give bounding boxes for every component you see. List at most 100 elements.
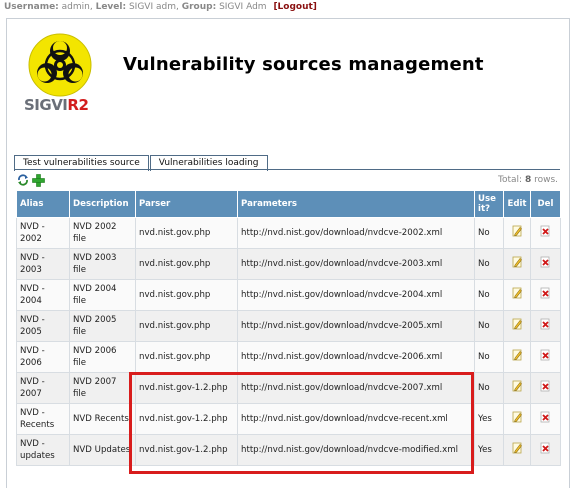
table-row[interactable]: NVD - 2002 NVD 2002 file nvd.nist.gov.ph… bbox=[16, 217, 561, 249]
column-header-parameters[interactable]: Parameters bbox=[237, 190, 475, 218]
delete-icon[interactable] bbox=[540, 225, 551, 237]
cell-description: NVD 2003 file bbox=[69, 248, 136, 280]
table-row[interactable]: NVD - 2005 NVD 2005 file nvd.nist.gov.ph… bbox=[16, 310, 561, 342]
table-row[interactable]: NVD - Recents NVD Recents nvd.nist.gov-1… bbox=[16, 403, 561, 435]
cell-use-it: No bbox=[474, 372, 504, 404]
cell-parser: nvd.nist.gov.php bbox=[135, 279, 238, 311]
column-header-parser[interactable]: Parser bbox=[135, 190, 238, 218]
cell-del bbox=[530, 310, 561, 342]
cell-use-it: No bbox=[474, 248, 504, 280]
edit-pencil-icon[interactable] bbox=[512, 380, 523, 392]
delete-icon[interactable] bbox=[540, 318, 551, 330]
username-value: admin, bbox=[61, 2, 93, 12]
cell-edit bbox=[503, 372, 531, 404]
cell-parser: nvd.nist.gov.php bbox=[135, 341, 238, 373]
cell-alias: NVD - Recents bbox=[16, 403, 70, 435]
cell-alias: NVD - updates bbox=[16, 434, 70, 466]
cell-description: NVD Updates bbox=[69, 434, 136, 466]
cell-del bbox=[530, 341, 561, 373]
refresh-icon[interactable] bbox=[17, 174, 29, 186]
total-count: 8 bbox=[524, 175, 532, 185]
column-header-del: Del bbox=[530, 190, 561, 218]
logout-link[interactable]: [Logout] bbox=[273, 2, 316, 12]
table-toolbar bbox=[17, 174, 45, 187]
edit-pencil-icon[interactable] bbox=[512, 411, 523, 423]
cell-alias: NVD - 2005 bbox=[16, 310, 70, 342]
cell-edit bbox=[503, 341, 531, 373]
group-label: Group: bbox=[181, 2, 217, 12]
column-header-use-it[interactable]: Use it? bbox=[474, 190, 504, 218]
cell-use-it: No bbox=[474, 341, 504, 373]
edit-pencil-icon[interactable] bbox=[512, 225, 523, 237]
table-row[interactable]: NVD - 2004 NVD 2004 file nvd.nist.gov.ph… bbox=[16, 279, 561, 311]
cell-alias: NVD - 2003 bbox=[16, 248, 70, 280]
cell-del bbox=[530, 248, 561, 280]
cell-alias: NVD - 2006 bbox=[16, 341, 70, 373]
delete-icon[interactable] bbox=[540, 380, 551, 392]
page-title: Vulnerability sources management bbox=[123, 54, 484, 75]
cell-edit bbox=[503, 403, 531, 435]
cell-description: NVD Recents bbox=[69, 403, 136, 435]
cell-description: NVD 2007 file bbox=[69, 372, 136, 404]
cell-alias: NVD - 2002 bbox=[16, 217, 70, 249]
cell-del bbox=[530, 434, 561, 466]
edit-pencil-icon[interactable] bbox=[512, 256, 523, 268]
cell-description: NVD 2005 file bbox=[69, 310, 136, 342]
cell-parameters: http://nvd.nist.gov/download/nvdcve-2002… bbox=[237, 217, 475, 249]
cell-alias: NVD - 2007 bbox=[16, 372, 70, 404]
group-value: SIGVI Adm bbox=[219, 2, 267, 12]
cell-del bbox=[530, 217, 561, 249]
cell-parser: nvd.nist.gov-1.2.php bbox=[135, 372, 238, 404]
cell-use-it: No bbox=[474, 310, 504, 342]
delete-icon[interactable] bbox=[540, 411, 551, 423]
vulnerability-sources-table: Alias Description Parser Parameters Use … bbox=[16, 190, 561, 466]
column-header-alias[interactable]: Alias bbox=[16, 190, 70, 218]
cell-parser: nvd.nist.gov.php bbox=[135, 248, 238, 280]
cell-parser: nvd.nist.gov-1.2.php bbox=[135, 403, 238, 435]
table-row[interactable]: NVD - 2007 NVD 2007 file nvd.nist.gov-1.… bbox=[16, 372, 561, 404]
table-row[interactable]: NVD - updates NVD Updates nvd.nist.gov-1… bbox=[16, 434, 561, 466]
tab-underline bbox=[14, 169, 560, 170]
cell-edit bbox=[503, 217, 531, 249]
delete-icon[interactable] bbox=[540, 256, 551, 268]
edit-pencil-icon[interactable] bbox=[512, 318, 523, 330]
column-header-description[interactable]: Description bbox=[69, 190, 136, 218]
cell-edit bbox=[503, 248, 531, 280]
cell-edit bbox=[503, 279, 531, 311]
cell-parameters: http://nvd.nist.gov/download/nvdcve-2007… bbox=[237, 372, 475, 404]
cell-description: NVD 2002 file bbox=[69, 217, 136, 249]
cell-edit bbox=[503, 434, 531, 466]
table-row[interactable]: NVD - 2003 NVD 2003 file nvd.nist.gov.ph… bbox=[16, 248, 561, 280]
cell-alias: NVD - 2004 bbox=[16, 279, 70, 311]
cell-del bbox=[530, 403, 561, 435]
edit-pencil-icon[interactable] bbox=[512, 349, 523, 361]
edit-pencil-icon[interactable] bbox=[512, 442, 523, 454]
level-value: SIGVI adm, bbox=[128, 2, 179, 12]
cell-parser: nvd.nist.gov-1.2.php bbox=[135, 434, 238, 466]
session-bar: Username: admin, Level: SIGVI adm, Group… bbox=[0, 0, 576, 16]
cell-edit bbox=[503, 310, 531, 342]
delete-icon[interactable] bbox=[540, 442, 551, 454]
username-label: Username: bbox=[4, 2, 59, 12]
total-rows: Total: 8 rows. bbox=[498, 175, 558, 185]
cell-parameters: http://nvd.nist.gov/download/nvdcve-2004… bbox=[237, 279, 475, 311]
cell-use-it: Yes bbox=[474, 403, 504, 435]
table-header-row: Alias Description Parser Parameters Use … bbox=[16, 190, 561, 218]
cell-use-it: No bbox=[474, 217, 504, 249]
cell-parameters: http://nvd.nist.gov/download/nvdcve-2003… bbox=[237, 248, 475, 280]
table-row[interactable]: NVD - 2006 NVD 2006 file nvd.nist.gov.ph… bbox=[16, 341, 561, 373]
edit-pencil-icon[interactable] bbox=[512, 287, 523, 299]
cell-parser: nvd.nist.gov.php bbox=[135, 217, 238, 249]
cell-parameters: http://nvd.nist.gov/download/nvdcve-rece… bbox=[237, 403, 475, 435]
cell-parameters: http://nvd.nist.gov/download/nvdcve-modi… bbox=[237, 434, 475, 466]
cell-parameters: http://nvd.nist.gov/download/nvdcve-2005… bbox=[237, 310, 475, 342]
delete-icon[interactable] bbox=[540, 349, 551, 361]
cell-description: NVD 2004 file bbox=[69, 279, 136, 311]
cell-use-it: No bbox=[474, 279, 504, 311]
cell-use-it: Yes bbox=[474, 434, 504, 466]
delete-icon[interactable] bbox=[540, 287, 551, 299]
add-icon[interactable] bbox=[32, 174, 45, 187]
logo-wordmark: SIGVIR2 bbox=[24, 96, 89, 114]
column-header-edit: Edit bbox=[503, 190, 531, 218]
cell-del bbox=[530, 279, 561, 311]
